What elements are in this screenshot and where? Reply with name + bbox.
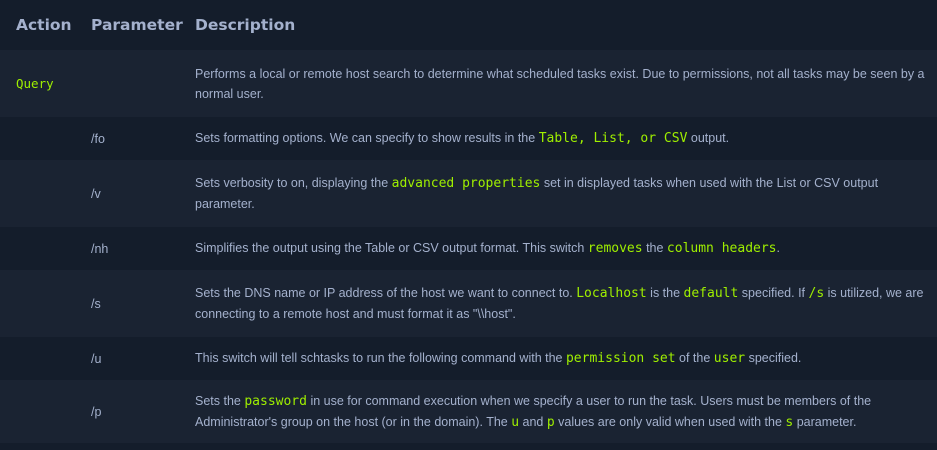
table-row: /s Sets the DNS name or IP address of the… <box>0 270 937 337</box>
inline-code: advanced properties <box>391 176 541 191</box>
action-code: Query <box>16 75 54 91</box>
description-cell: This switch will tell schtasks to run th… <box>179 337 937 380</box>
description-cell: Sets formatting options. We can specify … <box>179 117 937 160</box>
inline-code: p <box>546 414 555 430</box>
table-row: /u This switch will tell schtasks to run … <box>0 337 937 380</box>
table-row: Query Performs a local or remote host sea… <box>0 50 937 117</box>
description-text: and <box>519 414 547 429</box>
action-cell <box>0 160 74 227</box>
header-parameter: Parameter <box>74 0 183 50</box>
description-text: This switch will tell schtasks to run th… <box>195 351 566 365</box>
description-cell: Sets the password in use for command exe… <box>179 380 937 443</box>
description-text: the <box>642 241 667 255</box>
description-text: Performs a local or remote host search t… <box>195 66 925 101</box>
description-text: is the <box>646 286 684 300</box>
parameter-cell: /v <box>74 160 179 227</box>
inline-code: u <box>511 414 520 430</box>
table-row: /fo Sets formatting options. We can speci… <box>0 117 937 160</box>
description-text: parameter. <box>793 414 857 429</box>
action-cell <box>0 227 74 270</box>
table-body: Query Performs a local or remote host sea… <box>0 50 937 443</box>
schtasks-parameters-table: Action Parameter Description Query Perfor… <box>0 0 937 443</box>
inline-code: /s <box>808 286 825 301</box>
description-text: Sets the <box>195 393 245 408</box>
inline-code: password <box>244 393 307 409</box>
header-action: Action <box>0 0 74 50</box>
inline-code: column headers <box>666 241 777 256</box>
description-text: Simplifies the output using the Table or… <box>195 241 588 255</box>
description-text: Sets the DNS name or IP address of the h… <box>195 286 577 300</box>
table-row: /v Sets verbosity to on, displaying the a… <box>0 160 937 227</box>
parameter-cell: /p <box>74 380 179 443</box>
parameter-cell: /fo <box>74 117 179 160</box>
parameter-cell <box>74 50 179 117</box>
action-cell <box>0 117 74 160</box>
description-text: specified. <box>745 351 802 365</box>
action-cell <box>0 380 74 443</box>
description-text: values are only valid when used with the <box>554 414 786 429</box>
action-cell <box>0 270 74 337</box>
description-cell: Performs a local or remote host search t… <box>179 50 937 117</box>
description-text: Sets formatting options. We can specify … <box>195 131 539 145</box>
inline-code: Localhost <box>576 286 647 301</box>
table-header-row: Action Parameter Description <box>0 0 937 50</box>
action-cell <box>0 337 74 380</box>
inline-code: removes <box>587 241 643 256</box>
parameter-cell: /nh <box>74 227 179 270</box>
table-row: /p Sets the password in use for command e… <box>0 380 937 443</box>
description-text: Sets verbosity to on, displaying the <box>195 176 392 190</box>
description-cell: Simplifies the output using the Table or… <box>179 227 937 270</box>
description-text: of the <box>675 351 714 365</box>
table-row: /nh Simplifies the output using the Table… <box>0 227 937 270</box>
header-description: Description <box>179 0 937 50</box>
description-cell: Sets the DNS name or IP address of the h… <box>179 270 937 337</box>
action-cell: Query <box>0 50 74 117</box>
inline-code: permission set <box>565 351 676 366</box>
inline-code: user <box>713 351 746 366</box>
description-text: specified. If <box>738 286 809 300</box>
description-cell: Sets verbosity to on, displaying the adv… <box>179 160 937 227</box>
inline-code: default <box>683 286 739 301</box>
parameter-cell: /u <box>74 337 179 380</box>
inline-code: Table, List, or CSV <box>538 131 688 146</box>
description-text: . <box>776 241 780 255</box>
description-text: output. <box>687 131 730 145</box>
parameter-cell: /s <box>74 270 179 337</box>
